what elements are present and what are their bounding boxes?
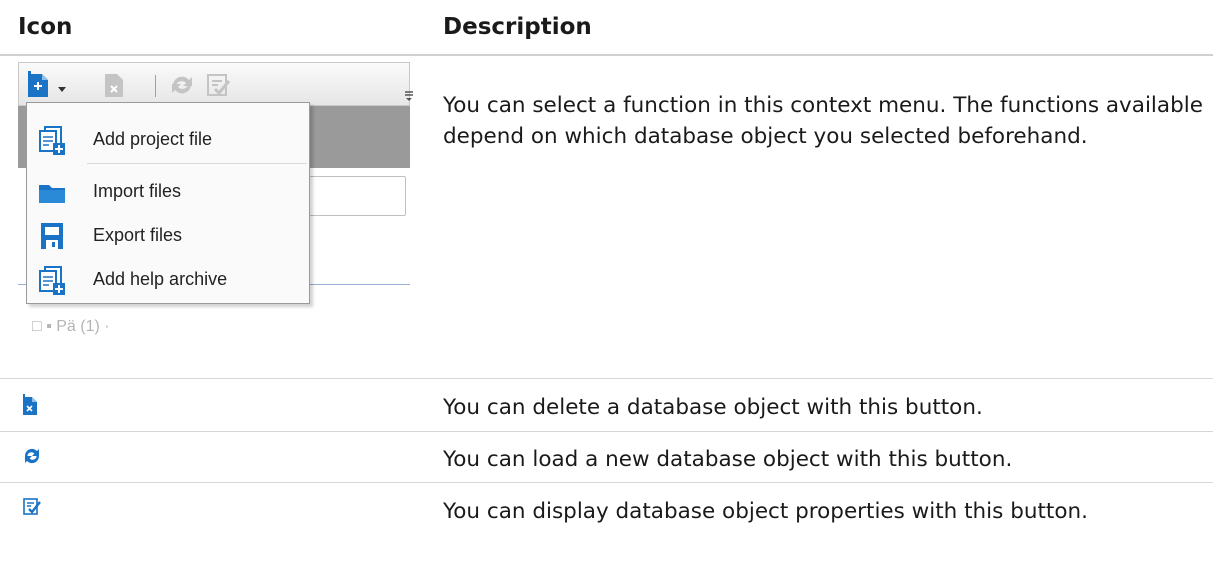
- row-divider: [0, 482, 1213, 483]
- toolbar-overflow-icon: [405, 87, 413, 101]
- menu-item-import-files[interactable]: Import files: [27, 169, 309, 213]
- toolbar-separator: [155, 75, 156, 97]
- menu-separator: [87, 163, 307, 164]
- delete-object-disabled-icon: [103, 71, 125, 103]
- new-object-icon: [25, 71, 51, 103]
- screenshot-toolbar: [18, 62, 413, 106]
- dropdown-arrow-icon: [57, 79, 67, 98]
- row-3-description: You can load a new database object with …: [443, 447, 1013, 472]
- row-2-description: You can delete a database object with th…: [443, 395, 983, 420]
- menu-item-add-help-archive[interactable]: Add help archive: [27, 257, 309, 301]
- menu-item-add-project-file[interactable]: Add project file: [27, 117, 309, 161]
- row-1-description: You can select a function in this contex…: [443, 93, 1203, 149]
- menu-item-label: Export files: [93, 225, 183, 245]
- row-4-description: You can display database object properti…: [443, 499, 1088, 524]
- row-divider: [0, 431, 1213, 432]
- column-header-description: Description: [443, 14, 592, 40]
- header-divider: [0, 54, 1213, 56]
- row-divider: [0, 378, 1213, 379]
- add-file-icon: [37, 265, 67, 299]
- save-icon: [37, 221, 67, 255]
- context-menu: Add project file Import files Export fil…: [26, 102, 310, 304]
- menu-item-export-files[interactable]: Export files: [27, 213, 309, 257]
- properties-disabled-icon: [205, 71, 233, 103]
- context-menu-screenshot: □ ▪ Pä (1) · Add project file Import fil…: [18, 62, 416, 342]
- menu-item-label: Add project file: [93, 129, 213, 149]
- add-file-icon: [37, 125, 67, 159]
- menu-item-label: Import files: [93, 181, 182, 201]
- menu-item-label: Add help archive: [93, 269, 228, 289]
- properties-icon: [22, 496, 42, 520]
- folder-icon: [37, 177, 67, 211]
- screenshot-obscured-text: □ ▪ Pä (1) ·: [32, 318, 110, 335]
- delete-object-icon: [22, 394, 38, 420]
- reload-disabled-icon: [167, 71, 197, 103]
- reload-icon: [22, 446, 42, 470]
- column-header-icon: Icon: [18, 14, 73, 40]
